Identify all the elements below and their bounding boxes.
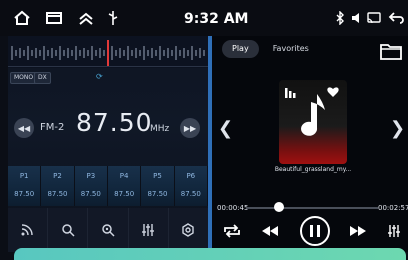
repeat-icon [224,224,240,238]
preset-label: P1 [19,172,29,180]
preset-p4[interactable]: P4 87.50 [107,166,142,206]
equalizer-button[interactable] [129,208,169,252]
volume-icon [350,9,364,27]
antenna-icon [21,224,33,236]
music-note-icon [301,94,325,136]
preset-label: P4 [119,172,129,180]
usb-icon [106,9,120,27]
search-button[interactable] [48,208,89,252]
previous-album-arrow[interactable]: ❮ [218,118,233,139]
cast-icon [366,9,382,27]
next-track-button[interactable] [346,220,370,242]
equalizer-icon [142,224,155,236]
preset-p6[interactable]: P6 87.50 [174,166,208,206]
previous-track-icon [262,226,278,236]
heart-icon [327,87,339,97]
scale-divider [8,66,208,67]
pause-button[interactable] [300,216,330,246]
preset-value: 87.50 [147,190,168,198]
preset-value: 87.50 [47,190,68,198]
stereo-icon: ⟳ [96,72,103,81]
folder-icon[interactable] [380,42,402,64]
next-track-icon [350,226,366,236]
bottom-dock [14,248,406,260]
seek-back-button[interactable]: ◀◀ [14,118,34,138]
preset-bar: P1 87.50 P2 87.50 P3 87.50 P4 87.50 P5 87.50 … [8,166,208,206]
preset-p1[interactable]: P1 87.50 [8,166,42,206]
elapsed-time: 00:00:45 [217,204,249,212]
total-duration: 00:02:57 [378,204,408,212]
preset-p2[interactable]: P2 87.50 [41,166,75,206]
next-album-arrow[interactable]: ❯ [390,118,405,139]
radio-toolbar [8,208,208,252]
settings-icon [182,223,195,237]
preset-label: P3 [86,172,96,180]
preset-label: P6 [186,172,196,180]
progress-knob[interactable] [274,202,284,212]
scan-icon [102,224,115,237]
album-bars-icon [285,88,296,98]
recent-apps-icon[interactable] [44,9,64,27]
album-art [279,80,347,164]
preset-label: P2 [53,172,62,180]
frequency-unit: MHz [150,124,170,134]
status-bar: 9:32 AM [0,0,408,36]
preset-p3[interactable]: P3 87.50 [74,166,108,206]
progress-track[interactable] [246,207,378,209]
preset-value: 87.50 [180,190,201,198]
music-equalizer-button[interactable] [384,220,404,242]
pause-icon [310,225,320,237]
tab-favorites[interactable]: Favorites [263,40,319,58]
preset-value: 87.50 [80,190,101,198]
previous-track-button[interactable] [258,220,282,242]
frequency-display: 87.50 [76,108,153,137]
repeat-button[interactable] [220,220,244,242]
status-clock: 9:32 AM [184,11,249,27]
search-icon [62,224,75,237]
song-title: Beautiful_grassland_my... [274,166,352,173]
antenna-button[interactable] [8,208,49,252]
home-icon[interactable] [12,9,32,27]
frequency-scale[interactable] [8,36,208,68]
scan-button[interactable] [88,208,129,252]
chevron-up-icon[interactable] [76,9,96,27]
music-tabs: Play Favorites [222,40,319,58]
seek-forward-button[interactable]: ▶▶ [180,118,200,138]
preset-value: 87.50 [14,190,35,198]
dx-tag[interactable]: DX [34,72,51,84]
back-icon[interactable] [388,9,404,27]
band-label: FM-2 [40,122,65,133]
equalizer-icon [388,225,400,237]
settings-button[interactable] [169,208,208,252]
preset-label: P5 [153,172,162,180]
bluetooth-icon [334,9,346,27]
preset-value: 87.50 [114,190,135,198]
tab-play[interactable]: Play [222,40,259,58]
preset-p5[interactable]: P5 87.50 [141,166,175,206]
